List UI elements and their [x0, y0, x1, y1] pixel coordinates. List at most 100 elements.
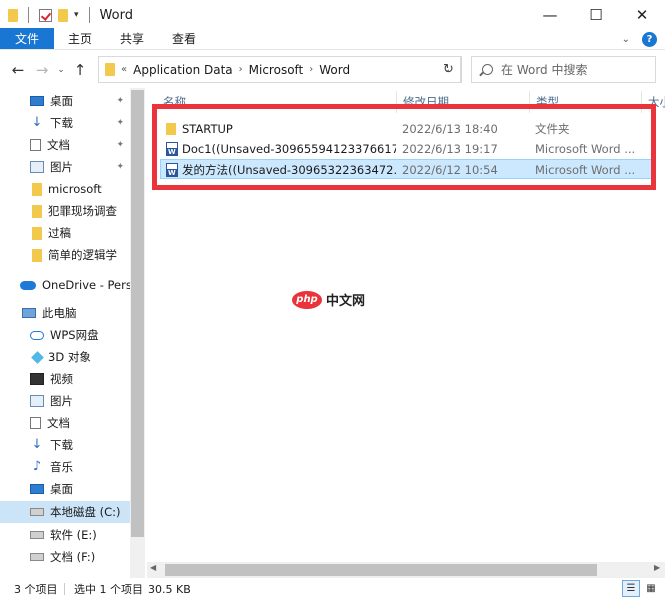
divider	[88, 7, 90, 23]
nav-item-drive-e[interactable]: 软件 (E:)	[30, 524, 130, 546]
document-icon	[30, 417, 41, 429]
back-button[interactable]: ←	[6, 61, 30, 79]
pin-icon: ✦	[116, 96, 124, 106]
download-icon: ↓	[31, 115, 43, 130]
large-icons-view-button[interactable]: ▦	[642, 580, 660, 597]
nav-item-folder[interactable]: 过稿	[30, 222, 130, 244]
pin-icon: ✦	[116, 118, 124, 128]
minimize-button[interactable]: —	[527, 0, 573, 30]
nav-item-label: 犯罪现场调查	[48, 204, 117, 218]
tab-share[interactable]: 共享	[106, 28, 158, 49]
navigation-bar: ← → ⌄ ↑ « Application Data › Microsoft ›…	[0, 52, 665, 88]
nav-item-label: 简单的逻辑学	[48, 248, 117, 262]
nav-item-documents[interactable]: 文档 ✦	[30, 134, 130, 156]
nav-item-downloads[interactable]: ↓ 下载	[30, 434, 130, 456]
nav-item-label: 图片	[50, 394, 73, 408]
up-button[interactable]: ↑	[68, 61, 92, 79]
nav-item-folder[interactable]: 简单的逻辑学	[30, 244, 130, 266]
watermark-logo: php	[292, 290, 322, 309]
address-bar[interactable]: « Application Data › Microsoft › Word ⌄	[98, 56, 461, 83]
maximize-button[interactable]: ☐	[573, 0, 619, 30]
pin-icon: ✦	[116, 162, 124, 172]
watermark: php 中文网	[292, 290, 365, 309]
nav-item-label: 本地磁盘 (C:)	[50, 505, 121, 519]
item-count: 3 个项目	[14, 583, 58, 596]
nav-item-this-pc[interactable]: 此电脑	[22, 302, 130, 324]
nav-item-desktop[interactable]: 桌面 ✦	[30, 90, 130, 112]
nav-item-pictures[interactable]: 图片 ✦	[30, 156, 130, 178]
nav-item-music[interactable]: ♪ 音乐	[30, 456, 130, 478]
nav-item-documents[interactable]: 文档	[30, 412, 130, 434]
nav-item-folder[interactable]: 犯罪现场调查	[30, 200, 130, 222]
drive-icon	[30, 553, 44, 561]
recent-locations-button[interactable]: ⌄	[54, 65, 68, 75]
nav-item-label: 过稿	[48, 226, 71, 240]
details-view-button[interactable]: ☰	[622, 580, 640, 597]
tab-view[interactable]: 查看	[158, 28, 210, 49]
nav-item-wps-cloud[interactable]: WPS网盘	[30, 324, 130, 346]
onedrive-icon	[20, 280, 36, 290]
search-input[interactable]: 在 Word 中搜索	[471, 56, 656, 83]
nav-item-label: OneDrive - Perso	[42, 278, 130, 292]
folder-icon	[32, 226, 42, 240]
search-placeholder: 在 Word 中搜索	[501, 63, 588, 77]
help-icon[interactable]: ?	[642, 31, 657, 47]
refresh-button[interactable]: ↻	[436, 56, 462, 83]
nav-item-drive-f[interactable]: 文档 (F:)	[30, 546, 130, 568]
breadcrumb-overflow[interactable]: «	[121, 64, 127, 75]
chevron-right-icon[interactable]: ›	[239, 64, 243, 75]
nav-item-pictures[interactable]: 图片	[30, 390, 130, 412]
ribbon-expand-icon[interactable]: ⌄	[622, 34, 630, 45]
status-bar: 3 个项目 选中 1 个项目 30.5 KB	[0, 578, 665, 600]
selected-count: 选中 1 个项目	[74, 583, 143, 596]
3d-objects-icon	[31, 350, 44, 364]
chevron-right-icon[interactable]: ›	[309, 64, 313, 75]
download-icon: ↓	[31, 437, 43, 452]
nav-item-label: 文档 (F:)	[50, 550, 96, 564]
pictures-icon	[30, 395, 44, 407]
pictures-icon	[30, 161, 44, 173]
nav-item-videos[interactable]: 视频	[30, 368, 130, 390]
close-button[interactable]: ✕	[619, 0, 665, 30]
drive-icon	[30, 508, 44, 516]
navigation-pane: 桌面 ✦ ↓ 下载 ✦ 文档 ✦ 图片 ✦ microsoft 犯罪现场调查 过稿 简单的…	[0, 88, 145, 578]
this-pc-icon	[22, 308, 36, 318]
window-title: Word	[99, 7, 133, 23]
nav-item-microsoft[interactable]: microsoft	[30, 178, 130, 200]
tab-file[interactable]: 文件	[0, 28, 55, 49]
videos-icon	[30, 373, 44, 385]
forward-button[interactable]: →	[30, 61, 54, 79]
tab-home[interactable]: 主页	[54, 28, 106, 49]
nav-item-desktop[interactable]: 桌面	[30, 478, 130, 500]
nav-item-label: 此电脑	[42, 306, 77, 320]
desktop-icon	[30, 96, 44, 106]
nav-item-label: 视频	[50, 372, 73, 386]
breadcrumb-item[interactable]: Word	[319, 63, 350, 77]
wps-cloud-icon	[30, 330, 44, 340]
new-folder-icon[interactable]	[58, 8, 68, 22]
selected-size: 30.5 KB	[148, 582, 191, 596]
nav-item-label: 图片	[50, 160, 73, 174]
customize-toolbar-icon[interactable]: ▾	[74, 10, 79, 20]
music-icon: ♪	[32, 459, 42, 474]
nav-item-3d-objects[interactable]: 3D 对象	[30, 346, 130, 368]
nav-item-label: 下载	[50, 438, 73, 452]
scroll-left-icon[interactable]: ◀	[150, 563, 156, 572]
nav-item-label: 文档	[47, 138, 70, 152]
scroll-right-icon[interactable]: ▶	[654, 563, 660, 572]
nav-scrollbar-thumb[interactable]	[131, 90, 144, 537]
nav-item-label: 软件 (E:)	[50, 528, 97, 542]
breadcrumb-item[interactable]: Application Data	[133, 63, 233, 77]
nav-item-label: 3D 对象	[48, 350, 91, 364]
divider	[28, 7, 29, 23]
folder-icon	[32, 248, 42, 262]
nav-item-label: 桌面	[50, 482, 73, 496]
nav-item-onedrive[interactable]: OneDrive - Perso	[20, 274, 130, 296]
folder-icon	[8, 8, 18, 22]
nav-item-drive-c[interactable]: 本地磁盘 (C:)	[0, 501, 130, 523]
properties-icon[interactable]	[39, 8, 52, 22]
divider	[64, 583, 65, 595]
horizontal-scrollbar-thumb[interactable]	[165, 564, 597, 576]
breadcrumb-item[interactable]: Microsoft	[249, 63, 304, 77]
nav-item-downloads[interactable]: ↓ 下载 ✦	[30, 112, 130, 134]
